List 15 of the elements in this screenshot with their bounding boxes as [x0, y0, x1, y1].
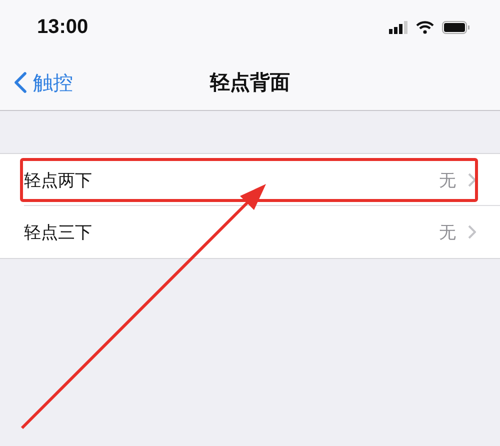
back-chevron-icon: [14, 72, 27, 94]
status-time: 13:00: [37, 16, 88, 39]
chevron-icon: [468, 225, 476, 239]
wifi-icon: [416, 21, 434, 34]
battery-icon: [442, 21, 470, 34]
settings-row[interactable]: 轻点三下 无: [0, 206, 500, 258]
settings-row[interactable]: 轻点两下 无: [0, 154, 500, 206]
chevron-icon: [468, 173, 476, 187]
signal-icon: [389, 21, 408, 34]
page-title: 轻点背面: [210, 71, 290, 96]
back-button[interactable]: 触控: [14, 69, 73, 96]
row-label: 轻点三下: [24, 222, 93, 244]
row-value: 无: [439, 170, 456, 192]
row-label: 轻点两下: [24, 170, 93, 192]
row-value: 无: [439, 222, 456, 244]
